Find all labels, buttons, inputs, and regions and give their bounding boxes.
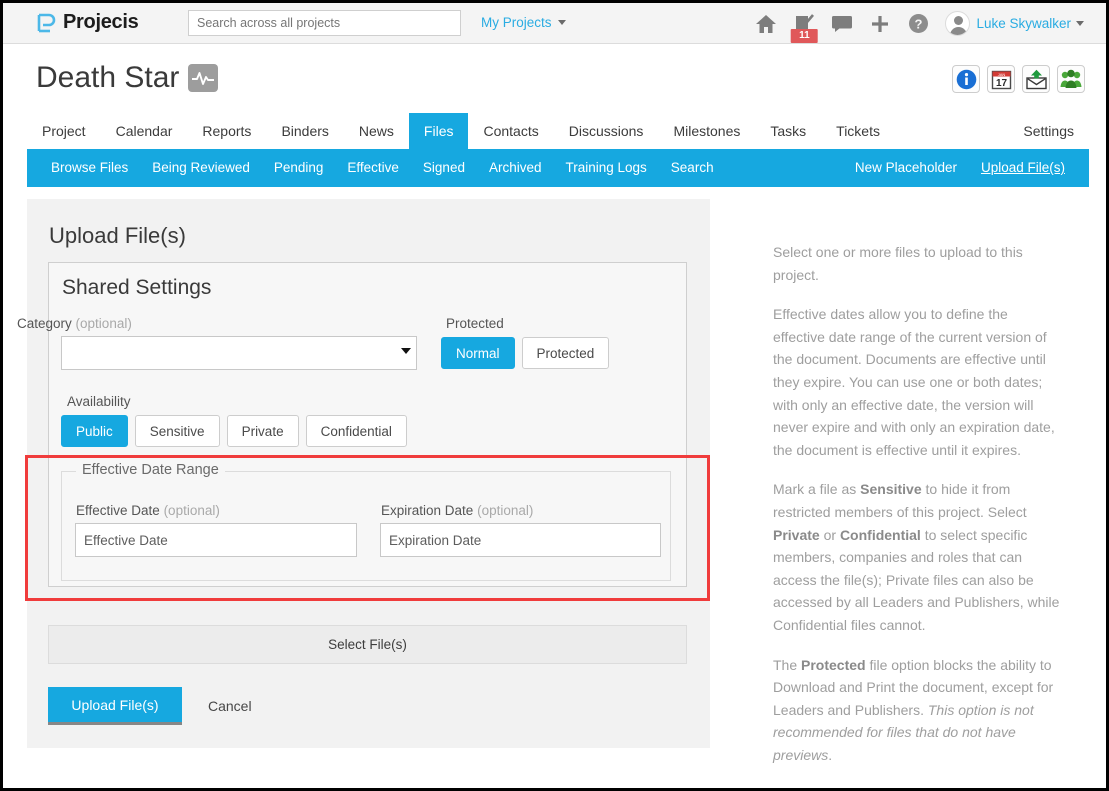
plus-icon[interactable]	[861, 3, 899, 44]
svg-text:JAN: JAN	[997, 72, 1005, 77]
projecis-p-logo-icon	[37, 13, 56, 33]
svg-text:?: ?	[914, 17, 922, 32]
my-projects-menu[interactable]: My Projects	[481, 15, 566, 30]
availability-option-sensitive[interactable]: Sensitive	[134, 415, 220, 447]
effective-date-label-text: Effective Date	[76, 503, 160, 518]
tab-tickets[interactable]: Tickets	[821, 113, 895, 149]
category-label-text: Category	[17, 316, 72, 331]
help-paragraph-1: Select one or more files to upload to th…	[773, 244, 1023, 283]
tab-reports[interactable]: Reports	[187, 113, 266, 149]
cancel-link[interactable]: Cancel	[208, 698, 252, 714]
activity-pulse-icon[interactable]	[188, 64, 219, 92]
category-label: Category (optional)	[17, 316, 132, 331]
help-question-icon[interactable]: ?	[899, 3, 937, 44]
user-menu-chevron-down-icon[interactable]	[1076, 21, 1084, 26]
effective-date-label: Effective Date (optional)	[76, 503, 220, 518]
help-paragraph-3: Mark a file as Sensitive to hide it from…	[773, 478, 1063, 636]
subnav-item-search[interactable]: Search	[659, 149, 726, 187]
chevron-down-icon	[557, 20, 566, 25]
expiration-date-optional-text: (optional)	[477, 503, 534, 518]
subnav-item-being-reviewed[interactable]: Being Reviewed	[140, 149, 262, 187]
tasks-badge-count: 11	[791, 29, 818, 43]
tab-news[interactable]: News	[344, 113, 409, 149]
brand-name: Projecis	[63, 11, 139, 33]
my-projects-label: My Projects	[481, 15, 552, 30]
expiration-date-input[interactable]	[380, 523, 661, 557]
tab-tasks[interactable]: Tasks	[755, 113, 821, 149]
availability-button-group: Public Sensitive Private Confidential	[61, 415, 407, 447]
subnav-item-signed[interactable]: Signed	[411, 149, 477, 187]
help-p3-e: or	[819, 526, 840, 543]
global-header-icons: 11 ? Luke Skywalker	[747, 3, 1084, 44]
help-p3-sensitive: Sensitive	[860, 481, 922, 498]
protected-label: Protected	[446, 316, 504, 331]
subnav-item-new-placeholder[interactable]: New Placeholder	[843, 149, 969, 187]
global-header: Projecis My Projects 11	[3, 3, 1106, 44]
project-action-buttons: JAN 17	[952, 65, 1085, 93]
email-upload-icon[interactable]	[1022, 65, 1050, 93]
tab-files[interactable]: Files	[408, 113, 469, 149]
help-p4-a: The	[773, 656, 802, 673]
home-icon[interactable]	[747, 3, 785, 44]
help-p4-protected: Protected	[801, 656, 866, 673]
avatar[interactable]	[945, 11, 971, 36]
avatar-head	[954, 16, 964, 25]
username-label[interactable]: Luke Skywalker	[976, 16, 1071, 31]
shared-settings-title: Shared Settings	[62, 276, 212, 299]
select-files-button[interactable]: Select File(s)	[48, 625, 687, 664]
category-optional-text: (optional)	[75, 316, 132, 331]
effective-date-range-legend: Effective Date Range	[76, 462, 225, 478]
members-group-icon[interactable]	[1057, 65, 1085, 93]
calendar-icon[interactable]: JAN 17	[987, 65, 1015, 93]
availability-label: Availability	[67, 394, 131, 409]
subnav-item-training-logs[interactable]: Training Logs	[554, 149, 659, 187]
avatar-body	[950, 27, 968, 35]
files-sub-nav: Browse Files Being Reviewed Pending Effe…	[27, 149, 1089, 187]
tab-contacts[interactable]: Contacts	[468, 113, 553, 149]
upload-page-heading: Upload File(s)	[49, 223, 186, 248]
svg-text:17: 17	[995, 78, 1007, 89]
tab-project[interactable]: Project	[27, 113, 101, 149]
page-title: Death Star	[36, 61, 219, 95]
help-p3-confidential: Confidential	[839, 526, 921, 543]
app-window: Projecis My Projects 11	[0, 0, 1109, 791]
help-paragraph-2: Effective dates allow you to define the …	[773, 306, 1055, 458]
tab-milestones[interactable]: Milestones	[658, 113, 755, 149]
chat-bubble-icon[interactable]	[823, 3, 861, 44]
expiration-date-label-text: Expiration Date	[381, 503, 474, 518]
help-paragraph-4: The Protected file option blocks the abi…	[773, 654, 1063, 767]
availability-option-public[interactable]: Public	[61, 415, 128, 447]
help-p4-e: .	[828, 746, 833, 763]
tab-binders[interactable]: Binders	[266, 113, 343, 149]
help-p3-private: Private	[773, 526, 820, 543]
tab-discussions[interactable]: Discussions	[554, 113, 659, 149]
tasks-checklist-icon[interactable]: 11	[785, 3, 823, 44]
help-sidebar: Select one or more files to upload to th…	[773, 241, 1063, 783]
help-p3-a: Mark a file as	[773, 481, 861, 498]
subnav-item-archived[interactable]: Archived	[477, 149, 554, 187]
upload-files-button[interactable]: Upload File(s)	[48, 687, 182, 725]
global-search-input[interactable]	[188, 10, 461, 36]
info-icon[interactable]	[952, 65, 980, 93]
availability-option-confidential[interactable]: Confidential	[305, 415, 407, 447]
tab-settings[interactable]: Settings	[1008, 113, 1089, 149]
category-select[interactable]	[61, 336, 417, 370]
effective-date-input[interactable]	[75, 523, 357, 557]
project-title-text: Death Star	[36, 61, 180, 94]
availability-option-private[interactable]: Private	[226, 415, 299, 447]
main-tab-bar: Project Calendar Reports Binders News Fi…	[27, 113, 1089, 149]
brand-logo[interactable]: Projecis	[37, 11, 139, 34]
subnav-item-browse-files[interactable]: Browse Files	[39, 149, 140, 187]
tab-calendar[interactable]: Calendar	[101, 113, 188, 149]
subnav-item-pending[interactable]: Pending	[262, 149, 336, 187]
protected-button-group: Normal Protected	[441, 337, 610, 369]
protected-option-normal[interactable]: Normal	[441, 337, 515, 369]
protected-option-protected[interactable]: Protected	[521, 337, 610, 369]
subnav-item-upload-files[interactable]: Upload File(s)	[969, 149, 1077, 187]
effective-date-optional-text: (optional)	[163, 503, 220, 518]
subnav-item-effective[interactable]: Effective	[335, 149, 411, 187]
expiration-date-label: Expiration Date (optional)	[381, 503, 533, 518]
